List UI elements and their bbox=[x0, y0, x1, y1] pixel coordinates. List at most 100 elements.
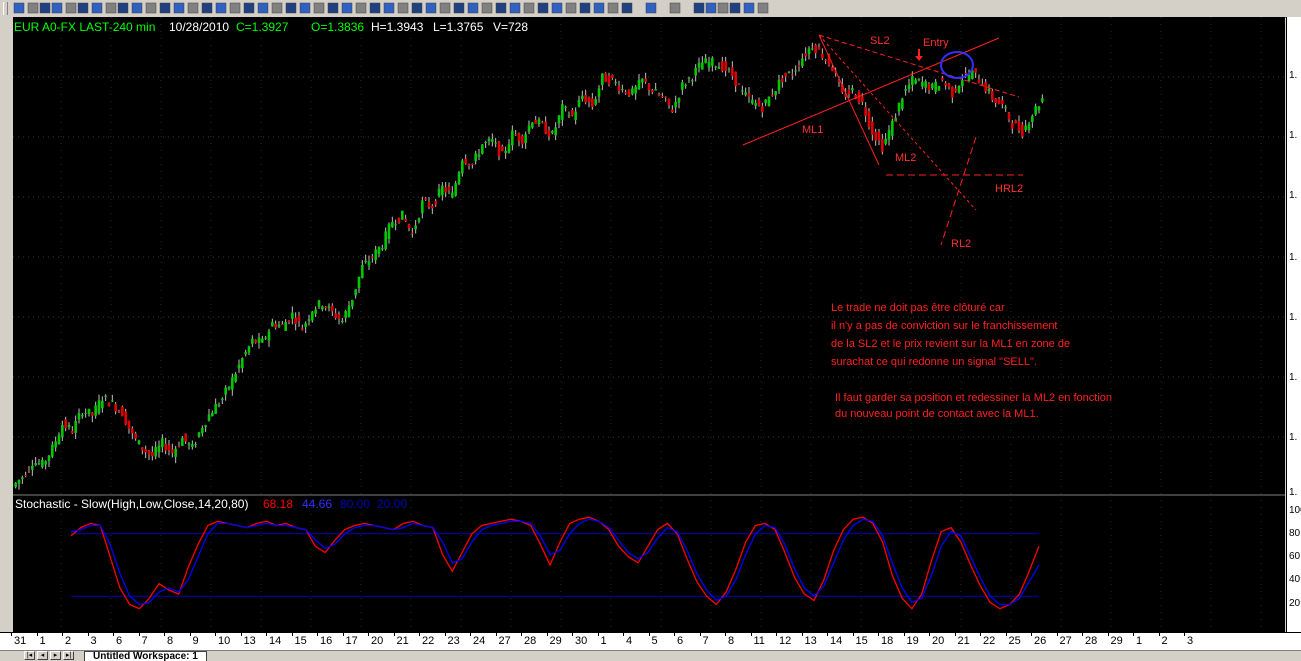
tab-last-button[interactable]: ▸| bbox=[63, 651, 74, 660]
candle-body bbox=[137, 440, 141, 445]
candle-body bbox=[544, 121, 547, 134]
candle-body bbox=[107, 402, 111, 407]
candle-body bbox=[397, 217, 401, 223]
candle-body bbox=[171, 449, 174, 453]
candle-body bbox=[777, 79, 781, 91]
candle-body bbox=[404, 218, 407, 222]
header-low: L=1.3765 bbox=[433, 20, 484, 34]
candle-body bbox=[54, 441, 57, 448]
tab-prev-button[interactable]: ◂ bbox=[37, 651, 48, 660]
candle-body bbox=[207, 414, 211, 421]
candle-body bbox=[77, 413, 81, 420]
toolbar-icons[interactable] bbox=[0, 0, 1301, 17]
date-axis-label: 25 bbox=[1008, 635, 1021, 647]
candle-body bbox=[564, 106, 567, 108]
candle-body bbox=[217, 404, 221, 406]
chart-plot-area[interactable]: EUR A0-FX LAST-240 min 10/28/2010 C=1.39… bbox=[13, 17, 1285, 632]
toolbar-button-icon bbox=[717, 2, 729, 14]
candle-body bbox=[481, 144, 484, 154]
date-axis-label: 22 bbox=[983, 635, 996, 647]
toolbar-button-icon bbox=[65, 2, 77, 14]
candle-body bbox=[317, 300, 321, 307]
candle-body bbox=[334, 313, 337, 319]
stochastic-lower-level: 20.00 bbox=[377, 497, 408, 511]
toolbar-button-icon bbox=[495, 2, 507, 14]
candle-body bbox=[324, 306, 327, 308]
candle-body bbox=[1041, 98, 1044, 102]
candle-body bbox=[281, 324, 284, 326]
candle-body bbox=[861, 96, 864, 102]
candle-body bbox=[1011, 122, 1014, 129]
date-axis-tick bbox=[291, 633, 293, 636]
date-axis-label: 7 bbox=[702, 635, 709, 647]
date-axis-label: 8 bbox=[728, 635, 735, 647]
date-axis-tick bbox=[317, 633, 318, 636]
candle-body bbox=[191, 444, 194, 448]
candle-body bbox=[261, 338, 264, 343]
candle-body bbox=[57, 435, 61, 445]
tab-next-button[interactable]: ▸ bbox=[50, 651, 61, 660]
candle-body bbox=[1037, 106, 1041, 111]
candle-body bbox=[897, 102, 901, 112]
candle-body bbox=[454, 183, 457, 196]
candle-body bbox=[364, 260, 367, 263]
date-axis-label: 23 bbox=[447, 635, 460, 647]
candle-body bbox=[34, 463, 37, 466]
date-axis-tick bbox=[623, 633, 624, 636]
price-scale[interactable]: 1. 1. 1. 1. 1. 1. 1. 1. 100 80 60 40 20 bbox=[1286, 17, 1301, 632]
candle-body bbox=[934, 81, 937, 92]
toolbar-button-icon bbox=[13, 2, 25, 14]
candle-body bbox=[474, 153, 477, 162]
candle-body bbox=[204, 425, 207, 428]
candle-body bbox=[784, 72, 787, 77]
date-axis-tick bbox=[827, 633, 828, 636]
label-ml2: ML2 bbox=[895, 152, 917, 164]
toolbar-button-icon bbox=[453, 2, 465, 14]
candle-body bbox=[871, 121, 874, 135]
toolbar-button-icon bbox=[229, 2, 241, 14]
candle-body bbox=[714, 66, 717, 68]
date-axis-label: 12 bbox=[779, 635, 792, 647]
candle-body bbox=[677, 98, 681, 103]
candle-body bbox=[297, 315, 301, 322]
candle-body bbox=[771, 94, 774, 96]
candle-body bbox=[651, 90, 654, 93]
toolbar-button-icon bbox=[215, 2, 227, 14]
candle-body bbox=[977, 79, 981, 83]
candle-body bbox=[881, 138, 884, 152]
candle-body bbox=[441, 185, 444, 196]
toolbar-button-icon bbox=[91, 2, 103, 14]
rl2-line bbox=[940, 136, 977, 246]
candle-body bbox=[14, 482, 17, 487]
candle-body bbox=[617, 85, 621, 92]
tab-first-button[interactable]: |◂ bbox=[24, 651, 35, 660]
candle-body bbox=[47, 455, 51, 462]
date-axis-tick bbox=[1107, 633, 1109, 636]
toolbar-button-icon bbox=[145, 2, 157, 14]
candle-body bbox=[1027, 124, 1031, 131]
date-axis-label: 7 bbox=[141, 635, 148, 647]
date-axis-tick bbox=[1031, 633, 1032, 636]
candle-body bbox=[111, 400, 114, 402]
candle-body bbox=[757, 99, 761, 106]
candle-body bbox=[21, 477, 24, 480]
candle-body bbox=[51, 444, 54, 457]
toolbar-button-icon bbox=[201, 2, 213, 14]
candle-body bbox=[491, 139, 494, 142]
candle-body bbox=[527, 125, 531, 132]
date-axis-tick bbox=[419, 633, 420, 636]
candle-body bbox=[244, 351, 247, 355]
toolbar-button-icon bbox=[509, 2, 521, 14]
candle-body bbox=[424, 198, 427, 200]
candle-body bbox=[584, 95, 587, 103]
candle-body bbox=[294, 317, 297, 325]
candle-body bbox=[371, 256, 374, 258]
date-axis-tick bbox=[929, 633, 930, 636]
candle-body bbox=[501, 146, 504, 151]
toolbar-button-icon bbox=[425, 2, 437, 14]
candle-body bbox=[511, 130, 514, 146]
candle-body bbox=[517, 133, 521, 141]
candle-body bbox=[151, 451, 154, 457]
date-axis-label: 6 bbox=[116, 635, 123, 647]
date-axis-label: 16 bbox=[320, 635, 333, 647]
